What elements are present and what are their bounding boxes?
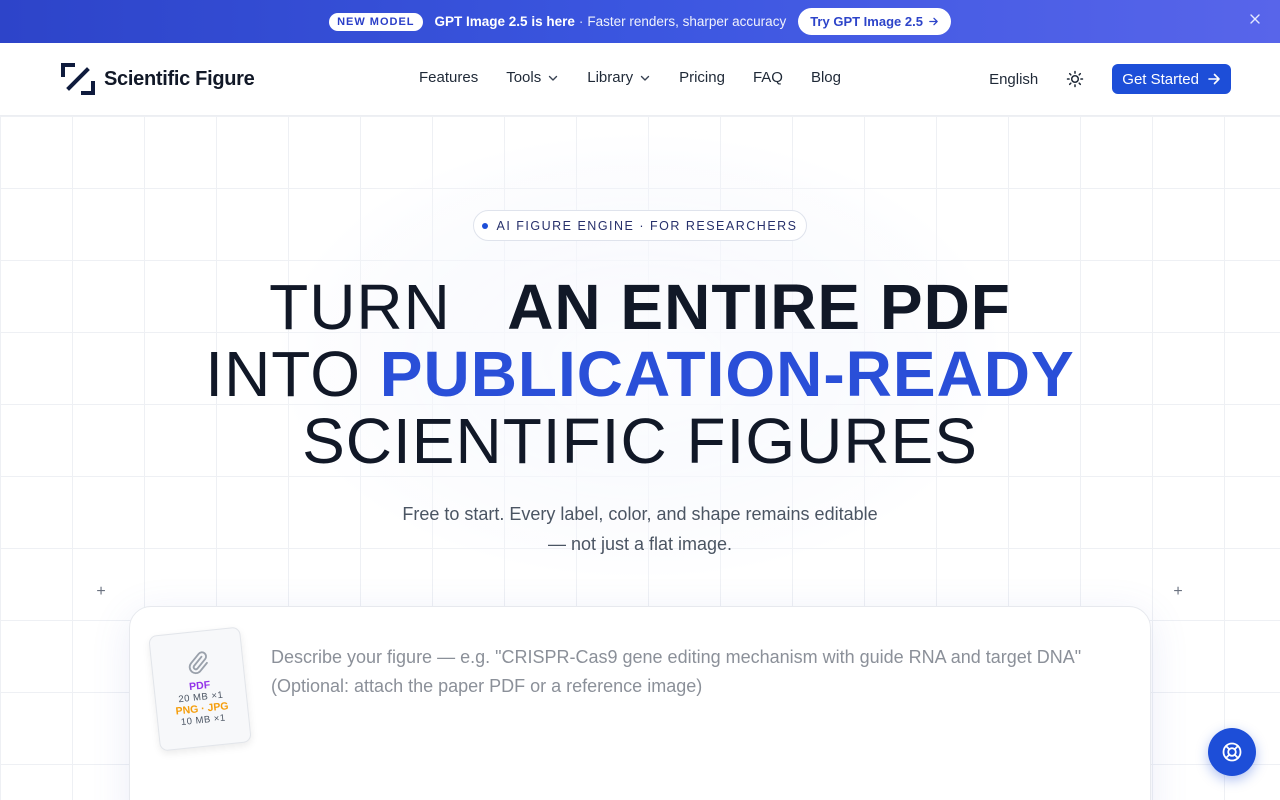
tag-dot-icon xyxy=(482,222,489,229)
nav-item-label: Blog xyxy=(810,69,841,86)
hero-subtitle-line: — not just a flat image. xyxy=(547,534,733,554)
arrow-right-icon xyxy=(929,17,938,26)
logo-icon xyxy=(61,63,95,95)
headline-word: INTO xyxy=(205,338,362,410)
try-model-button[interactable]: Try GPT Image 2.5 xyxy=(798,8,951,35)
new-model-badge: NEW MODEL xyxy=(329,12,423,31)
hero-subtitle: Free to start. Every label, color, and s… xyxy=(0,499,1280,559)
brand-name: Scientific Figure xyxy=(104,67,255,90)
headline-accent: PUBLICATION-READY xyxy=(379,338,1075,410)
nav-links: Features Tools Library Pricing FAQ Blog xyxy=(419,69,841,86)
help-button[interactable] xyxy=(1208,728,1256,776)
nav-item-features[interactable]: Features xyxy=(419,69,478,86)
paperclip-icon xyxy=(188,651,208,674)
hero-tag-label: AI FIGURE ENGINE · FOR RESEARCHERS xyxy=(496,218,798,233)
announcement-bar: NEW MODEL GPT Image 2.5 is here · Faster… xyxy=(0,0,1280,43)
headline-word: TURN xyxy=(269,271,451,343)
hero-section: + + AI FIGURE ENGINE · FOR RESEARCHERS T… xyxy=(0,116,1280,800)
nav-item-label: Pricing xyxy=(679,69,725,86)
hero-headline: TURN AN ENTIRE PDF INTO PUBLICATION-READ… xyxy=(0,274,1280,475)
plus-marker-right: + xyxy=(1173,583,1183,600)
headline-emphasis: AN ENTIRE PDF xyxy=(507,271,1011,343)
announcement-headline: GPT Image 2.5 is here xyxy=(434,14,575,29)
nav-actions: English Get Started xyxy=(989,64,1231,94)
nav-item-faq[interactable]: FAQ xyxy=(753,69,783,86)
headline-line-1: TURN AN ENTIRE PDF xyxy=(0,274,1280,341)
nav-item-label: Features xyxy=(419,69,479,86)
announcement-separator: · xyxy=(578,14,584,29)
nav-item-label: Tools xyxy=(506,69,542,86)
language-selector[interactable]: English xyxy=(989,71,1038,88)
arrow-right-icon xyxy=(1208,73,1220,85)
chevron-down-icon xyxy=(549,75,558,81)
headline-line-3: SCIENTIFIC FIGURES xyxy=(0,408,1280,475)
brand-logo[interactable]: Scientific Figure xyxy=(60,61,255,97)
get-started-button[interactable]: Get Started xyxy=(1112,64,1231,94)
nav-item-tools[interactable]: Tools xyxy=(506,69,559,86)
nav-item-label: FAQ xyxy=(752,69,783,86)
lifebuoy-icon xyxy=(1222,742,1242,762)
figure-prompt-card: PDF 20 MB ×1 PNG · JPG 10 MB ×1 Describe… xyxy=(129,606,1151,800)
get-started-label: Get Started xyxy=(1122,70,1199,88)
announcement-subtext: Faster renders, sharper accuracy xyxy=(587,14,787,29)
close-icon[interactable] xyxy=(1248,13,1262,27)
nav-item-pricing[interactable]: Pricing xyxy=(679,69,725,86)
plus-marker-left: + xyxy=(96,583,106,600)
hero-subtitle-line: Free to start. Every label, color, and s… xyxy=(402,504,878,524)
top-navbar: Scientific Figure Features Tools Library… xyxy=(0,43,1280,116)
hero-tag: AI FIGURE ENGINE · FOR RESEARCHERS xyxy=(473,210,807,241)
try-model-label: Try GPT Image 2.5 xyxy=(810,14,923,29)
sun-icon[interactable] xyxy=(1066,70,1084,88)
nav-item-blog[interactable]: Blog xyxy=(811,69,841,86)
figure-prompt-input[interactable]: Describe your figure — e.g. "CRISPR-Cas9… xyxy=(271,643,1131,701)
headline-word: SCIENTIFIC FIGURES xyxy=(302,405,978,477)
nav-item-label: Library xyxy=(587,69,634,86)
attach-file-dropzone[interactable]: PDF 20 MB ×1 PNG · JPG 10 MB ×1 xyxy=(148,626,252,752)
nav-item-library[interactable]: Library xyxy=(587,69,651,86)
headline-line-2: INTO PUBLICATION-READY xyxy=(0,341,1280,408)
chevron-down-icon xyxy=(640,75,650,81)
